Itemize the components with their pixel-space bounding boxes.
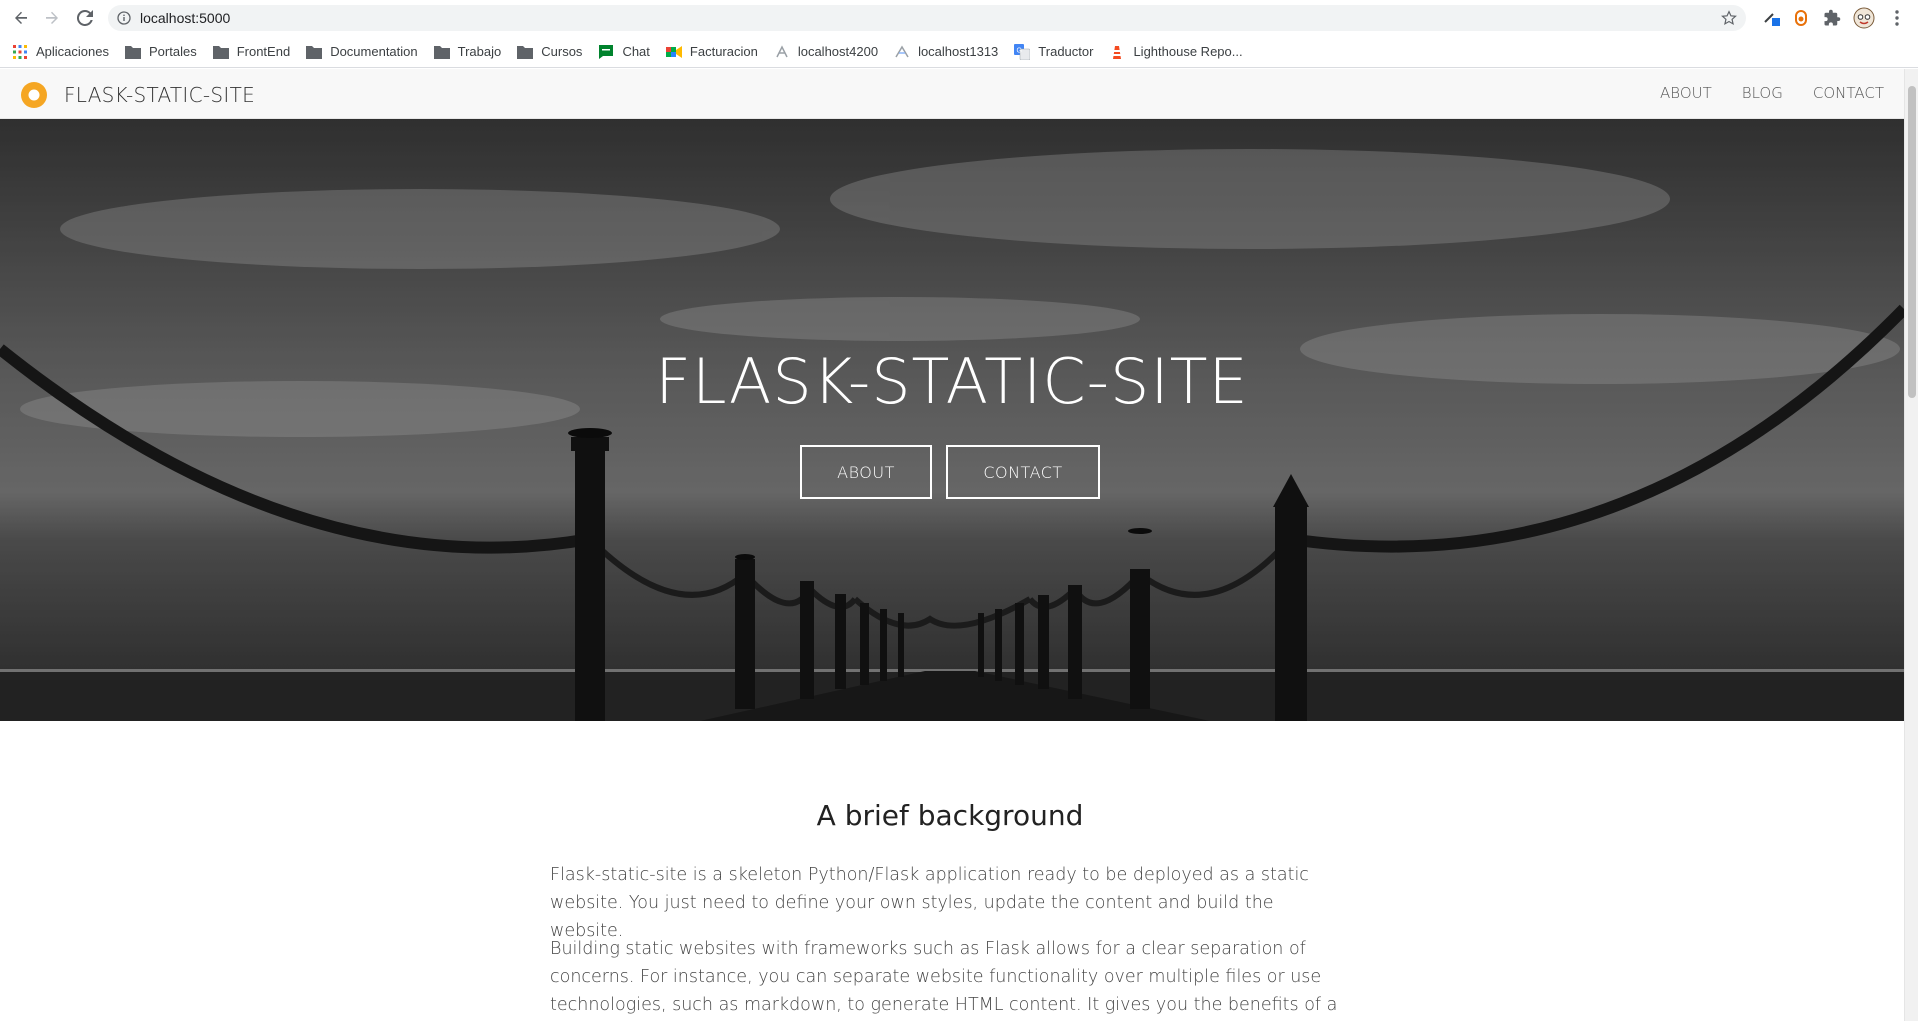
- scrollbar-thumb[interactable]: [1908, 86, 1916, 398]
- hero-about-button[interactable]: ABOUT: [800, 445, 932, 499]
- bookmark-label: Facturacion: [689, 44, 758, 59]
- nav-contact-link[interactable]: CONTACT: [1813, 84, 1884, 102]
- bookmark-lighthouse[interactable]: Lighthouse Repo...: [1109, 44, 1243, 60]
- translate-icon: G: [1014, 43, 1031, 60]
- bookmark-portales[interactable]: Portales: [125, 44, 197, 60]
- forward-arrow-icon: [46, 11, 58, 24]
- angular-icon: [774, 44, 790, 60]
- section-heading: A brief background: [816, 799, 1084, 832]
- extension-orange-icon[interactable]: [1789, 6, 1813, 30]
- bookmark-frontend[interactable]: FrontEnd: [212, 44, 291, 60]
- bookmark-label: Documentation: [330, 44, 418, 59]
- address-bar[interactable]: localhost:5000: [108, 5, 1746, 31]
- forward-button[interactable]: [35, 1, 69, 35]
- url-text: localhost:5000: [140, 10, 231, 26]
- folder-icon: [306, 44, 323, 60]
- hugo-icon: [894, 44, 910, 60]
- bookmark-localhost4200[interactable]: localhost4200: [774, 44, 878, 60]
- page-scrollbar[interactable]: [1904, 69, 1918, 1021]
- hero-section: FLASK-STATIC-SITE ABOUT CONTACT: [0, 119, 1904, 721]
- apps-grid-icon: [12, 44, 28, 60]
- bookmark-localhost1313[interactable]: localhost1313: [894, 44, 998, 60]
- bookmark-label: Aplicaciones: [36, 44, 109, 59]
- site-nav-menu: ABOUT BLOG CONTACT: [1630, 84, 1884, 102]
- bookmark-label: Trabajo: [457, 44, 502, 59]
- site-navbar: FLASK-STATIC-SITE ABOUT BLOG CONTACT: [0, 69, 1904, 119]
- extension-devtools-icon[interactable]: [1760, 6, 1784, 30]
- bookmark-label: localhost4200: [797, 44, 879, 59]
- browser-menu-icon[interactable]: [1885, 6, 1909, 30]
- svg-text:G: G: [1017, 47, 1022, 54]
- pier-background-image: [0, 119, 1904, 721]
- extensions-puzzle-icon[interactable]: [1820, 6, 1844, 30]
- hero-title: FLASK-STATIC-SITE: [655, 345, 1249, 418]
- meet-icon: [665, 44, 682, 60]
- folder-icon: [125, 44, 141, 60]
- bookmark-label: Traductor: [1038, 44, 1094, 59]
- reload-button[interactable]: [68, 1, 102, 35]
- bookmarks-bar: Aplicaciones Portales FrontEnd Documenta…: [0, 36, 1918, 68]
- bookmark-trabajo[interactable]: Trabajo: [433, 44, 502, 60]
- reload-icon: [77, 10, 93, 26]
- nav-about-link[interactable]: ABOUT: [1660, 84, 1712, 102]
- lighthouse-icon: [1109, 44, 1125, 60]
- profile-avatar-icon[interactable]: [1852, 6, 1876, 30]
- browser-toolbar: localhost:5000: [0, 0, 1918, 36]
- folder-icon: [212, 44, 229, 60]
- bookmark-traductor[interactable]: G Traductor: [1014, 43, 1094, 60]
- bookmark-cursos[interactable]: Cursos: [517, 44, 582, 60]
- folder-icon: [433, 44, 450, 60]
- bookmark-label: Lighthouse Repo...: [1133, 44, 1243, 59]
- nav-blog-link[interactable]: BLOG: [1742, 84, 1783, 102]
- bookmark-facturacion[interactable]: Facturacion: [665, 44, 758, 60]
- bookmark-label: Chat: [622, 44, 650, 59]
- bookmark-star-icon[interactable]: [1720, 9, 1738, 31]
- bookmark-label: localhost1313: [918, 44, 999, 59]
- brand-name: FLASK-STATIC-SITE: [64, 83, 256, 107]
- brand-logo-icon: [21, 82, 47, 108]
- bookmark-label: FrontEnd: [236, 44, 291, 59]
- site-info-icon[interactable]: [116, 10, 132, 26]
- back-button[interactable]: [4, 1, 38, 35]
- back-arrow-icon: [15, 11, 27, 24]
- intro-paragraph: Flask-static-site is a skeleton Python/F…: [550, 865, 1309, 941]
- bookmark-aplicaciones[interactable]: Aplicaciones: [12, 44, 109, 60]
- bookmark-documentation[interactable]: Documentation: [306, 44, 418, 60]
- bookmark-label: Cursos: [541, 44, 583, 59]
- brand-link[interactable]: FLASK-STATIC-SITE: [20, 81, 255, 109]
- chat-icon: [598, 44, 614, 60]
- folder-icon: [517, 44, 534, 60]
- hero-contact-button[interactable]: CONTACT: [946, 445, 1100, 499]
- bookmark-chat[interactable]: Chat: [598, 44, 650, 60]
- second-paragraph: Building static websites with frameworks…: [550, 939, 1338, 1015]
- bookmark-label: Portales: [149, 44, 197, 59]
